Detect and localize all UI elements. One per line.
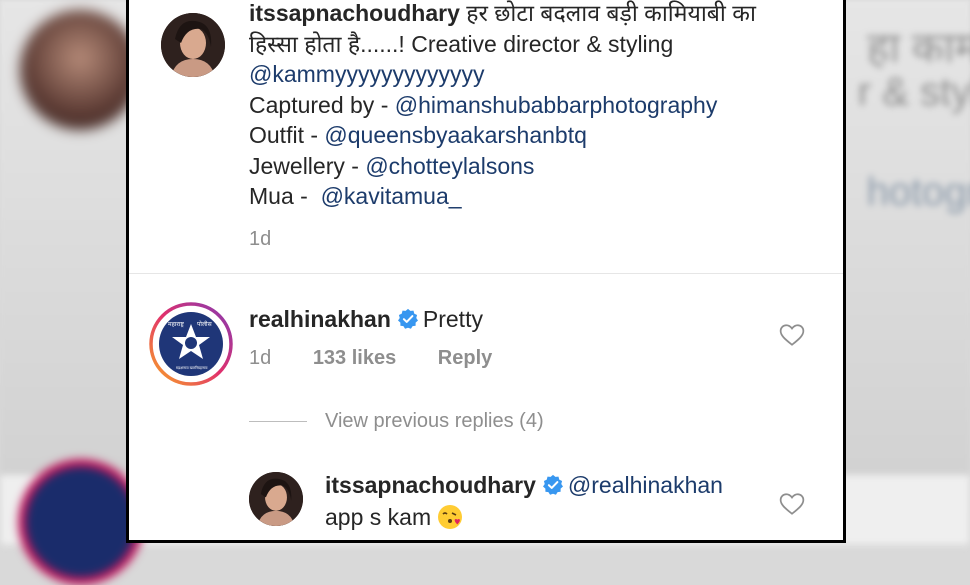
face-blowing-kiss-emoji-icon <box>438 505 463 529</box>
reply-text: app s kam <box>325 504 432 530</box>
avatar-photo-icon <box>161 13 225 77</box>
avatar-photo-icon <box>249 472 303 526</box>
post-author-username[interactable]: itssapnachoudhary <box>249 0 460 26</box>
post-caption-section: itssapnachoudhary हर छोटा बदलाव बड़ी काम… <box>129 0 843 274</box>
post-caption: itssapnachoudhary हर छोटा बदलाव बड़ी काम… <box>249 0 809 212</box>
reply-button[interactable]: Reply <box>438 347 492 369</box>
blurred-avatar <box>20 10 140 130</box>
reply-mention-link[interactable]: @realhinakhan <box>568 472 723 498</box>
captured-handle-link[interactable]: @himanshubabbarphotography <box>395 92 718 118</box>
logo-text-left: महाराष्ट्र <box>168 321 184 328</box>
outfit-handle-link[interactable]: @queensbyaakarshanbtq <box>324 122 586 148</box>
mua-label: Mua - <box>249 183 321 209</box>
logo-text-right: पोलीस <box>197 320 213 328</box>
captured-label: Captured by - <box>249 91 395 118</box>
reply-line: itssapnachoudhary @realhinakhan <box>325 472 723 499</box>
comment-timestamp: 1d <box>249 347 272 369</box>
replies-divider <box>249 421 307 423</box>
caption-mention-link[interactable]: @kammyyyyyyyyyyyyy <box>249 61 484 87</box>
comment-line: realhinakhan Pretty <box>249 306 483 333</box>
blurred-text-2: r & styl <box>857 70 970 114</box>
verified-badge-icon <box>397 308 418 329</box>
view-previous-replies-button[interactable]: View previous replies (4) <box>249 410 544 433</box>
jewellery-label: Jewellery - <box>249 152 366 179</box>
comment-meta: 1d 133 likes Reply <box>249 347 528 370</box>
outfit-label: Outfit - <box>249 122 325 148</box>
post-timestamp: 1d <box>249 228 272 250</box>
verified-badge-icon <box>542 474 563 495</box>
heart-icon[interactable] <box>779 492 805 516</box>
reply-comment: itssapnachoudhary @realhinakhan app s ka… <box>249 466 769 540</box>
commenter-username[interactable]: realhinakhan <box>249 306 391 332</box>
reply-author-avatar[interactable] <box>249 472 303 526</box>
heart-icon[interactable] <box>779 323 805 347</box>
logo-motto: सद्रक्षणाय खलनिग्रहणाय <box>176 365 208 370</box>
mua-handle-link[interactable]: @kavitamua_ <box>321 183 462 209</box>
maharashtra-police-logo-icon: महाराष्ट्र पोलीस सद्रक्षणाय खलनिग्रहणाय <box>149 302 233 386</box>
post-author-avatar[interactable] <box>161 13 225 77</box>
view-previous-replies-label: View previous replies (4) <box>325 410 544 432</box>
reply-author-username[interactable]: itssapnachoudhary <box>325 472 536 498</box>
reply-text-line: app s kam <box>325 504 463 531</box>
blurred-text-1: हा काम <box>866 24 970 71</box>
comment-likes-link[interactable]: 133 likes <box>313 347 396 369</box>
blurred-text-3: hotogr <box>866 170 970 214</box>
commenter-avatar[interactable]: महाराष्ट्र पोलीस सद्रक्षणाय खलनिग्रहणाय <box>149 302 233 386</box>
comment: महाराष्ट्र पोलीस सद्रक्षणाय खलनिग्रहणाय … <box>129 296 843 386</box>
jewellery-handle-link[interactable]: @chotteylalsons <box>365 153 534 179</box>
comment-text: Pretty <box>422 306 483 332</box>
comments-panel: itssapnachoudhary हर छोटा बदलाव बड़ी काम… <box>126 0 846 543</box>
